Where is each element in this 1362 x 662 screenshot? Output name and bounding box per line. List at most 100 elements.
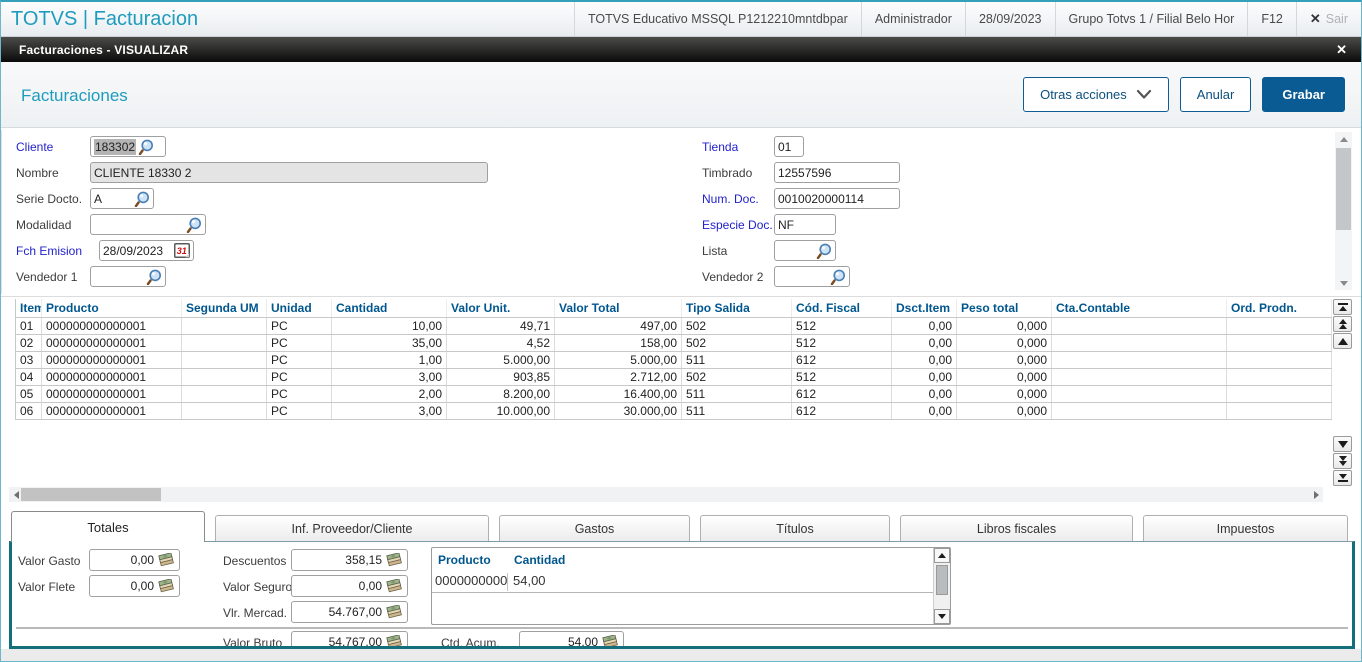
grid-cell[interactable]: 000000000000001 bbox=[41, 368, 182, 386]
grid-cell[interactable]: 511 bbox=[681, 385, 792, 403]
exit-button[interactable]: ✕ Sair bbox=[1295, 2, 1361, 36]
grid-cell[interactable]: 0,00 bbox=[891, 402, 957, 420]
vlr-mercad-field[interactable]: 54.767,00 bbox=[291, 601, 408, 623]
table-row[interactable]: 04 000000000000001 PC 3,00 903,85 2.712,00 502… bbox=[15, 368, 1332, 386]
table-row[interactable]: 02 000000000000001 PC 35,00 4,52 158,00 502 512… bbox=[15, 334, 1332, 352]
grid-cell[interactable] bbox=[1051, 351, 1227, 369]
grid-cell[interactable] bbox=[1226, 317, 1332, 335]
grid-cell[interactable]: 30.000,00 bbox=[554, 402, 682, 420]
scroll-up-arrow[interactable] bbox=[1335, 132, 1352, 146]
grid-cell[interactable] bbox=[1226, 368, 1332, 386]
grid-cell[interactable]: 5.000,00 bbox=[554, 351, 682, 369]
grid-cell[interactable]: 612 bbox=[791, 402, 892, 420]
grid-cell[interactable]: 3,00 bbox=[331, 402, 447, 420]
grid-cell[interactable]: 0,000 bbox=[956, 334, 1052, 352]
grid-cell[interactable]: 2,00 bbox=[331, 385, 447, 403]
tab-inf-proveedor-cliente[interactable]: Inf. Proveedor/Cliente bbox=[215, 515, 489, 542]
grid-cell[interactable] bbox=[1226, 351, 1332, 369]
grid-cell[interactable] bbox=[181, 317, 267, 335]
grid-cell[interactable]: 5.000,00 bbox=[446, 351, 555, 369]
grid-cell[interactable]: 10,00 bbox=[331, 317, 447, 335]
grid-cell[interactable] bbox=[1226, 402, 1332, 420]
dialog-close-icon[interactable]: ✕ bbox=[1336, 42, 1347, 58]
grid-cell[interactable]: 03 bbox=[15, 351, 42, 369]
tab-gastos[interactable]: Gastos bbox=[499, 515, 690, 542]
scrollbar-thumb[interactable] bbox=[936, 565, 948, 595]
scroll-right-arrow[interactable] bbox=[1309, 487, 1323, 502]
branch-info[interactable]: Grupo Totvs 1 / Filial Belo Hor bbox=[1054, 2, 1248, 36]
timbrado-field[interactable]: 12557596 bbox=[774, 162, 900, 183]
acumulados-row[interactable]: 000000000000001 54,00 bbox=[432, 571, 933, 593]
grid-cell[interactable]: 0,000 bbox=[956, 402, 1052, 420]
grid-cell[interactable]: 158,00 bbox=[554, 334, 682, 352]
grid-cell[interactable]: 0,000 bbox=[956, 317, 1052, 335]
table-row[interactable]: 01 000000000000001 PC 10,00 49,71 497,00 502 51… bbox=[15, 317, 1332, 335]
grid-cell[interactable]: 903,85 bbox=[446, 368, 555, 386]
grid-horizontal-scrollbar[interactable] bbox=[9, 487, 1323, 502]
grid-cell[interactable]: 512 bbox=[791, 317, 892, 335]
grid-cell[interactable]: 511 bbox=[681, 351, 792, 369]
grid-cell[interactable]: PC bbox=[266, 334, 332, 352]
scroll-down-arrow[interactable] bbox=[1335, 276, 1352, 290]
grid-cell[interactable]: 502 bbox=[681, 368, 792, 386]
grid-cell[interactable]: PC bbox=[266, 317, 332, 335]
grid-cell[interactable] bbox=[181, 402, 267, 420]
grid-cell[interactable]: 3,00 bbox=[331, 368, 447, 386]
grid-cell[interactable] bbox=[181, 334, 267, 352]
tab-t-tulos[interactable]: Títulos bbox=[700, 515, 890, 542]
ctd-acum-field[interactable]: 54,00 bbox=[519, 631, 624, 646]
grid-cell[interactable]: 512 bbox=[791, 334, 892, 352]
magnifier-icon[interactable] bbox=[830, 269, 846, 285]
grid-cell[interactable] bbox=[181, 385, 267, 403]
row-up-button[interactable] bbox=[1333, 333, 1352, 349]
descuentos-field[interactable]: 358,15 bbox=[291, 549, 408, 571]
grid-cell[interactable]: 35,00 bbox=[331, 334, 447, 352]
go-first-row-button[interactable] bbox=[1333, 299, 1352, 315]
session-date[interactable]: 28/09/2023 bbox=[964, 2, 1055, 36]
otras-acciones-button[interactable]: Otras acciones bbox=[1023, 77, 1169, 112]
magnifier-icon[interactable] bbox=[816, 243, 832, 259]
page-down-button[interactable] bbox=[1333, 453, 1352, 469]
table-row[interactable]: 05 000000000000001 PC 2,00 8.200,00 16.400,00… bbox=[15, 385, 1332, 403]
grid-cell[interactable] bbox=[1051, 317, 1227, 335]
grid-cell[interactable] bbox=[1051, 368, 1227, 386]
grid-cell[interactable] bbox=[1051, 402, 1227, 420]
valor-seguro-field[interactable]: 0,00 bbox=[291, 575, 408, 597]
grid-cell[interactable]: 0,00 bbox=[891, 317, 957, 335]
table-row[interactable]: 03 000000000000001 PC 1,00 5.000,00 5.000,00 5… bbox=[15, 351, 1332, 369]
grid-cell[interactable]: 04 bbox=[15, 368, 42, 386]
table-row[interactable]: 06 000000000000001 PC 3,00 10.000,00 30.000,0… bbox=[15, 402, 1332, 420]
grid-cell[interactable]: 1,00 bbox=[331, 351, 447, 369]
grid-cell[interactable]: 4,52 bbox=[446, 334, 555, 352]
valor-bruto-field[interactable]: 54.767,00 bbox=[291, 631, 408, 646]
grid-cell[interactable]: 0,000 bbox=[956, 368, 1052, 386]
grid-cell[interactable] bbox=[1051, 385, 1227, 403]
grid-cell[interactable]: 502 bbox=[681, 317, 792, 335]
grid-cell[interactable] bbox=[181, 351, 267, 369]
grid-cell[interactable] bbox=[1051, 334, 1227, 352]
form-scrollbar[interactable] bbox=[1335, 132, 1352, 290]
grid-cell[interactable]: 10.000,00 bbox=[446, 402, 555, 420]
grid-cell[interactable]: 06 bbox=[15, 402, 42, 420]
grid-cell[interactable]: 612 bbox=[791, 385, 892, 403]
grid-cell[interactable]: 000000000000001 bbox=[41, 334, 182, 352]
tab-totales[interactable]: Totales bbox=[11, 511, 205, 542]
go-last-row-button[interactable] bbox=[1333, 470, 1352, 486]
grid-cell[interactable]: 0,00 bbox=[891, 368, 957, 386]
grid-cell[interactable] bbox=[181, 368, 267, 386]
f12-shortcut[interactable]: F12 bbox=[1247, 2, 1296, 36]
grid-cell[interactable]: 0,00 bbox=[891, 334, 957, 352]
grid-cell[interactable]: 0,00 bbox=[891, 351, 957, 369]
tab-impuestos[interactable]: Impuestos bbox=[1143, 515, 1348, 542]
grid-cell[interactable]: 49,71 bbox=[446, 317, 555, 335]
grid-cell[interactable]: 05 bbox=[15, 385, 42, 403]
grid-cell[interactable] bbox=[1226, 334, 1332, 352]
num-doc-field[interactable]: 0010020000114 bbox=[774, 188, 900, 209]
grid-cell[interactable] bbox=[1226, 385, 1332, 403]
grid-cell[interactable]: 0,000 bbox=[956, 385, 1052, 403]
grid-cell[interactable]: 16.400,00 bbox=[554, 385, 682, 403]
scrollbar-thumb[interactable] bbox=[1336, 148, 1351, 230]
grabar-button[interactable]: Grabar bbox=[1262, 77, 1345, 112]
grid-cell[interactable]: 612 bbox=[791, 351, 892, 369]
scroll-up-button[interactable] bbox=[934, 548, 950, 563]
